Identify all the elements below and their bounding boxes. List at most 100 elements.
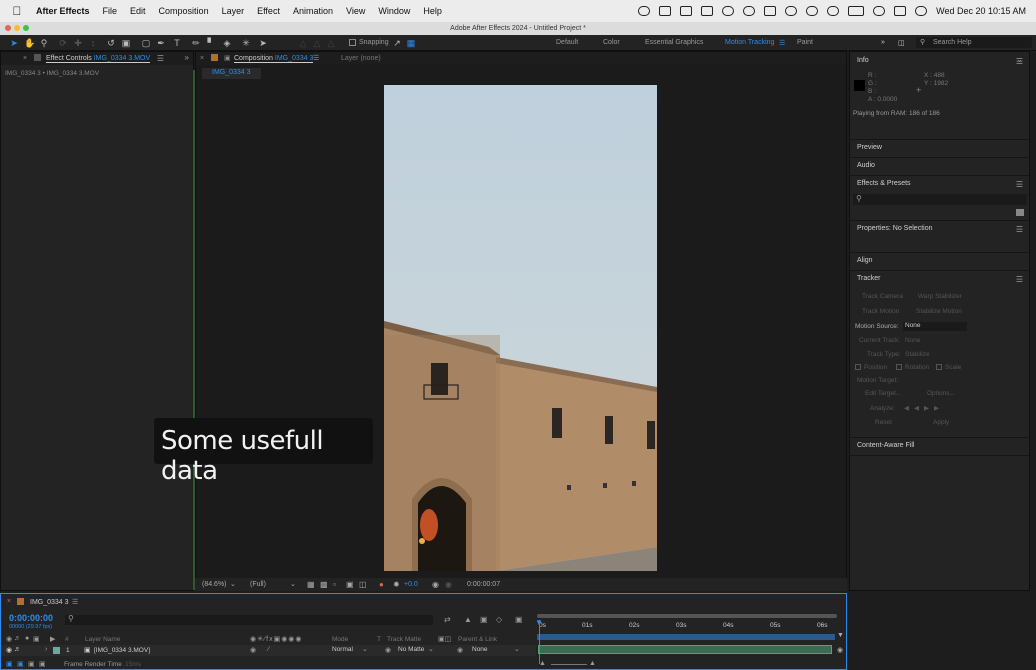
pan-tool-icon[interactable]: ✚ xyxy=(73,38,83,48)
layer-marker-icon[interactable]: ◉ xyxy=(837,646,843,654)
menu-animation[interactable]: Animation xyxy=(293,6,333,16)
comp-flowchart-icon[interactable]: ⇄ xyxy=(444,615,451,624)
timeline-zoom-slider[interactable] xyxy=(551,664,587,665)
layer-name[interactable]: [IMG_0334 3.MOV] xyxy=(94,647,150,654)
transparency-grid-icon[interactable]: ▩ xyxy=(320,580,328,589)
hide-shy-icon[interactable]: ▣ xyxy=(480,615,488,624)
menu-file[interactable]: File xyxy=(103,6,118,16)
layer-audio-icon[interactable]: ♬ xyxy=(14,646,21,653)
av-header-solo-icon[interactable]: ● xyxy=(25,635,29,642)
magnification-dropdown[interactable]: (84.6%) xyxy=(202,581,227,588)
toggle-switches-icon[interactable]: ▣ xyxy=(6,660,13,668)
status-s-icon[interactable] xyxy=(722,6,735,16)
layer-label-color[interactable] xyxy=(53,647,60,654)
workspace-overflow-icon[interactable]: » xyxy=(881,39,885,46)
options-button[interactable]: Options... xyxy=(927,390,955,397)
control-center-icon[interactable] xyxy=(894,6,907,16)
toggle-render-time-icon[interactable]: ▣ xyxy=(39,660,46,668)
layer-parent-dropdown[interactable]: None xyxy=(472,646,488,653)
playhead-icon[interactable]: ▼ xyxy=(535,618,543,627)
frame-blending-icon[interactable]: ◇ xyxy=(496,615,502,624)
drive-icon[interactable] xyxy=(701,6,714,16)
snapping-checkbox[interactable] xyxy=(349,39,356,46)
av-header-audio-icon[interactable]: ♬ xyxy=(14,635,21,642)
menu-datetime[interactable]: Wed Dec 20 10:15 AM xyxy=(936,6,1026,16)
panel-chevron-icon[interactable]: ⌄ xyxy=(1016,55,1023,64)
lock-icon[interactable] xyxy=(34,54,41,61)
timeline-timecode[interactable]: 0:00:00:00 xyxy=(9,613,53,623)
col-layer-name[interactable]: Layer Name xyxy=(85,636,120,643)
properties-menu-icon[interactable]: ☰ xyxy=(1016,225,1023,234)
timeline-menu-icon[interactable]: ☰ xyxy=(72,598,78,606)
parent-chevron-icon[interactable]: ⌄ xyxy=(514,645,520,653)
comp-end-marker-icon[interactable]: ▼ xyxy=(837,632,844,639)
pen-tool-icon[interactable]: ✒ xyxy=(156,38,166,48)
properties-panel-title[interactable]: Properties: No Selection xyxy=(850,220,1029,238)
zoom-out-icon[interactable]: ▲ xyxy=(539,660,546,667)
resolution-dropdown[interactable]: (Full) xyxy=(250,581,266,588)
tab-effect-controls[interactable]: Effect Controls IMG_0334 3.MOV xyxy=(46,55,151,63)
stabilize-motion-button[interactable]: Stabilize Motion xyxy=(916,308,962,315)
new-bin-icon[interactable] xyxy=(1016,209,1024,216)
clone-stamp-icon[interactable]: ▘ xyxy=(206,38,216,48)
rectangle-tool-icon[interactable]: ▢ xyxy=(141,38,151,48)
dolly-tool-icon[interactable]: ↕ xyxy=(88,38,98,48)
battery-icon[interactable] xyxy=(848,6,865,16)
analyze-controls-icon[interactable]: ◀◀▶▶ xyxy=(904,404,944,412)
tab-composition[interactable]: Composition IMG_0334 3 xyxy=(234,55,314,63)
type-tool-icon[interactable]: T xyxy=(172,38,182,48)
comp-breadcrumb[interactable]: IMG_0334 3 xyxy=(202,68,261,79)
eraser-tool-icon[interactable]: ◈ xyxy=(222,38,232,48)
timeline-search-input[interactable]: ⚲ xyxy=(65,614,433,625)
tracker-panel-title[interactable]: Tracker xyxy=(850,270,1029,288)
layer-duration-bar[interactable] xyxy=(538,645,832,654)
preview-panel-title[interactable]: Preview xyxy=(850,139,1029,157)
col-parent-link[interactable]: Parent & Link xyxy=(458,636,497,643)
composition-menu-icon[interactable]: ☰ xyxy=(313,54,319,62)
toggle-in-out-icon[interactable]: ▣ xyxy=(28,660,35,668)
av-header-eye-icon[interactable]: ◉ xyxy=(6,635,12,643)
menu-app-name[interactable]: After Effects xyxy=(36,6,90,16)
warp-stabilizer-button[interactable]: Warp Stabilizer xyxy=(918,293,962,300)
reset-button[interactable]: Reset xyxy=(875,419,892,426)
axis-local-icon[interactable]: △ xyxy=(298,38,308,48)
rotate-tool-icon[interactable]: ↺ xyxy=(106,38,116,48)
fast-preview-icon[interactable]: ▦ xyxy=(307,580,315,589)
workspace-menu-icon[interactable]: ☰ xyxy=(779,39,785,47)
menu-layer[interactable]: Layer xyxy=(222,6,245,16)
panel-close-icon[interactable]: × xyxy=(23,55,27,62)
search-spotlight-icon[interactable] xyxy=(785,6,798,16)
track-motion-button[interactable]: Track Motion xyxy=(862,308,899,315)
effect-controls-menu-icon[interactable]: ☰ xyxy=(157,54,164,63)
workspace-essential-graphics[interactable]: Essential Graphics xyxy=(645,39,703,46)
search-help-field[interactable]: ⚲ Search Help xyxy=(916,37,1032,48)
mask-visibility-icon[interactable]: ▫ xyxy=(333,580,336,589)
roto-brush-icon[interactable]: ✳ xyxy=(241,38,251,48)
region-interest-icon[interactable]: ▣ xyxy=(346,580,354,589)
content-aware-title[interactable]: Content-Aware Fill xyxy=(850,437,1029,455)
hand-tool-icon[interactable]: ✋ xyxy=(24,38,35,48)
comp-lock-icon[interactable]: ▣ xyxy=(224,54,231,62)
menu-edit[interactable]: Edit xyxy=(130,6,146,16)
comp-close-icon[interactable]: × xyxy=(200,55,204,62)
selection-tool-icon[interactable]: ➤ xyxy=(9,38,19,48)
grammarly-icon[interactable] xyxy=(743,6,756,16)
guides-icon[interactable]: ◫ xyxy=(359,580,367,589)
col-track-matte[interactable]: Track Matte xyxy=(387,636,421,643)
puppet-pin-icon[interactable]: ➤ xyxy=(258,38,268,48)
anchor-tool-icon[interactable]: ▣ xyxy=(121,38,131,48)
effects-search-input[interactable]: ⚲ xyxy=(853,194,1027,205)
layer-eye-icon[interactable]: ◉ xyxy=(6,646,12,654)
orbit-tool-icon[interactable]: ⟳ xyxy=(58,38,68,48)
color-channels-icon[interactable]: ● xyxy=(379,580,384,589)
menu-effect[interactable]: Effect xyxy=(257,6,280,16)
work-area-bar[interactable] xyxy=(537,614,837,618)
zoom-window-icon[interactable] xyxy=(23,25,29,31)
snap-option-icon[interactable]: ↗ xyxy=(392,38,402,48)
scale-checkbox[interactable] xyxy=(936,364,942,370)
tracker-menu-icon[interactable]: ☰ xyxy=(1016,275,1023,284)
edit-target-button[interactable]: Edit Target... xyxy=(865,390,901,397)
workspace-color[interactable]: Color xyxy=(603,39,620,46)
layer-matte-dropdown[interactable]: No Matte xyxy=(398,646,424,653)
align-panel-title[interactable]: Align xyxy=(850,252,1029,270)
